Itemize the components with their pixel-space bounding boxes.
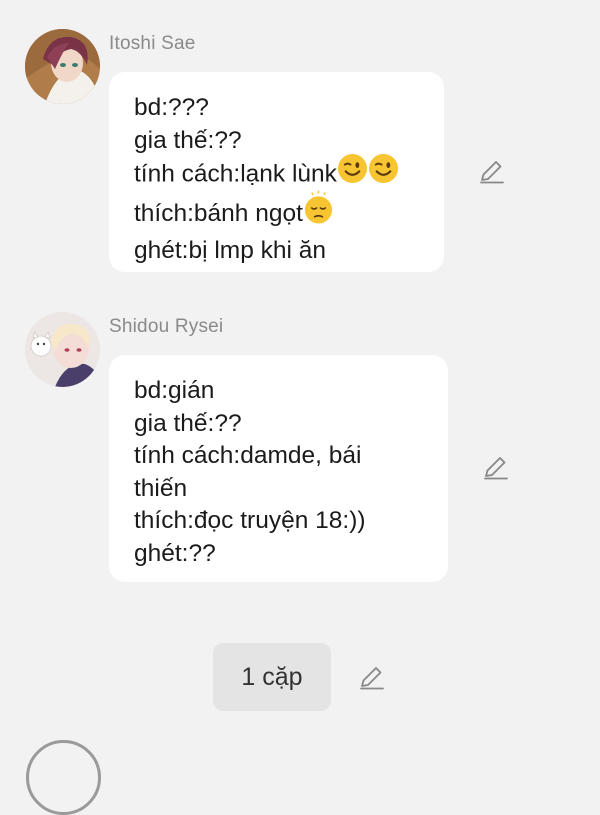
pensive-face-emoji bbox=[303, 190, 334, 236]
next-avatar-partial[interactable] bbox=[26, 740, 101, 815]
bio-likes: thích:bánh ngọt bbox=[134, 199, 303, 227]
avatar-itoshi-sae[interactable] bbox=[25, 29, 100, 104]
winking-face-emoji bbox=[337, 153, 368, 194]
edit-pencil-icon[interactable] bbox=[478, 158, 506, 186]
bio-birthday: bd:gián bbox=[134, 377, 215, 404]
avatar-shidou-rysei[interactable] bbox=[25, 312, 100, 387]
bio-personality: tính cách:lạnk lùnk bbox=[134, 160, 337, 188]
bio-personality: tính cách:damde, bái bbox=[134, 442, 362, 469]
sender-name: Shidou Rysei bbox=[109, 316, 224, 337]
sender-name: Itoshi Sae bbox=[109, 33, 196, 54]
winking-face-emoji bbox=[368, 153, 399, 194]
bio-personality-row: tính cách:lạnk lùnk bbox=[134, 153, 420, 194]
message-bubble[interactable]: bd:gián gia thế:?? tính cách:damde, bái … bbox=[109, 355, 448, 582]
bio-family: gia thế:?? bbox=[134, 409, 242, 437]
bio-dislikes: ghét:bị lmp khi ăn bbox=[134, 237, 327, 264]
pair-count-chip[interactable]: 1 cặp bbox=[213, 643, 331, 711]
pair-count-label: 1 cặp bbox=[241, 662, 303, 691]
bio-personality-wrap: thiến bbox=[134, 474, 188, 502]
bio-dislikes: ghét:?? bbox=[134, 539, 216, 567]
bio-likes-row: thích:bánh ngọt bbox=[134, 190, 420, 236]
bio-likes: thích:đọc truyện 18:)) bbox=[134, 507, 366, 534]
message-bubble[interactable]: bd:??? gia thế:?? tính cách:lạnk lùnk th… bbox=[109, 72, 444, 272]
bio-birthday: bd:??? bbox=[134, 94, 209, 121]
edit-pencil-icon[interactable] bbox=[482, 454, 510, 482]
edit-pencil-icon[interactable] bbox=[358, 664, 386, 692]
